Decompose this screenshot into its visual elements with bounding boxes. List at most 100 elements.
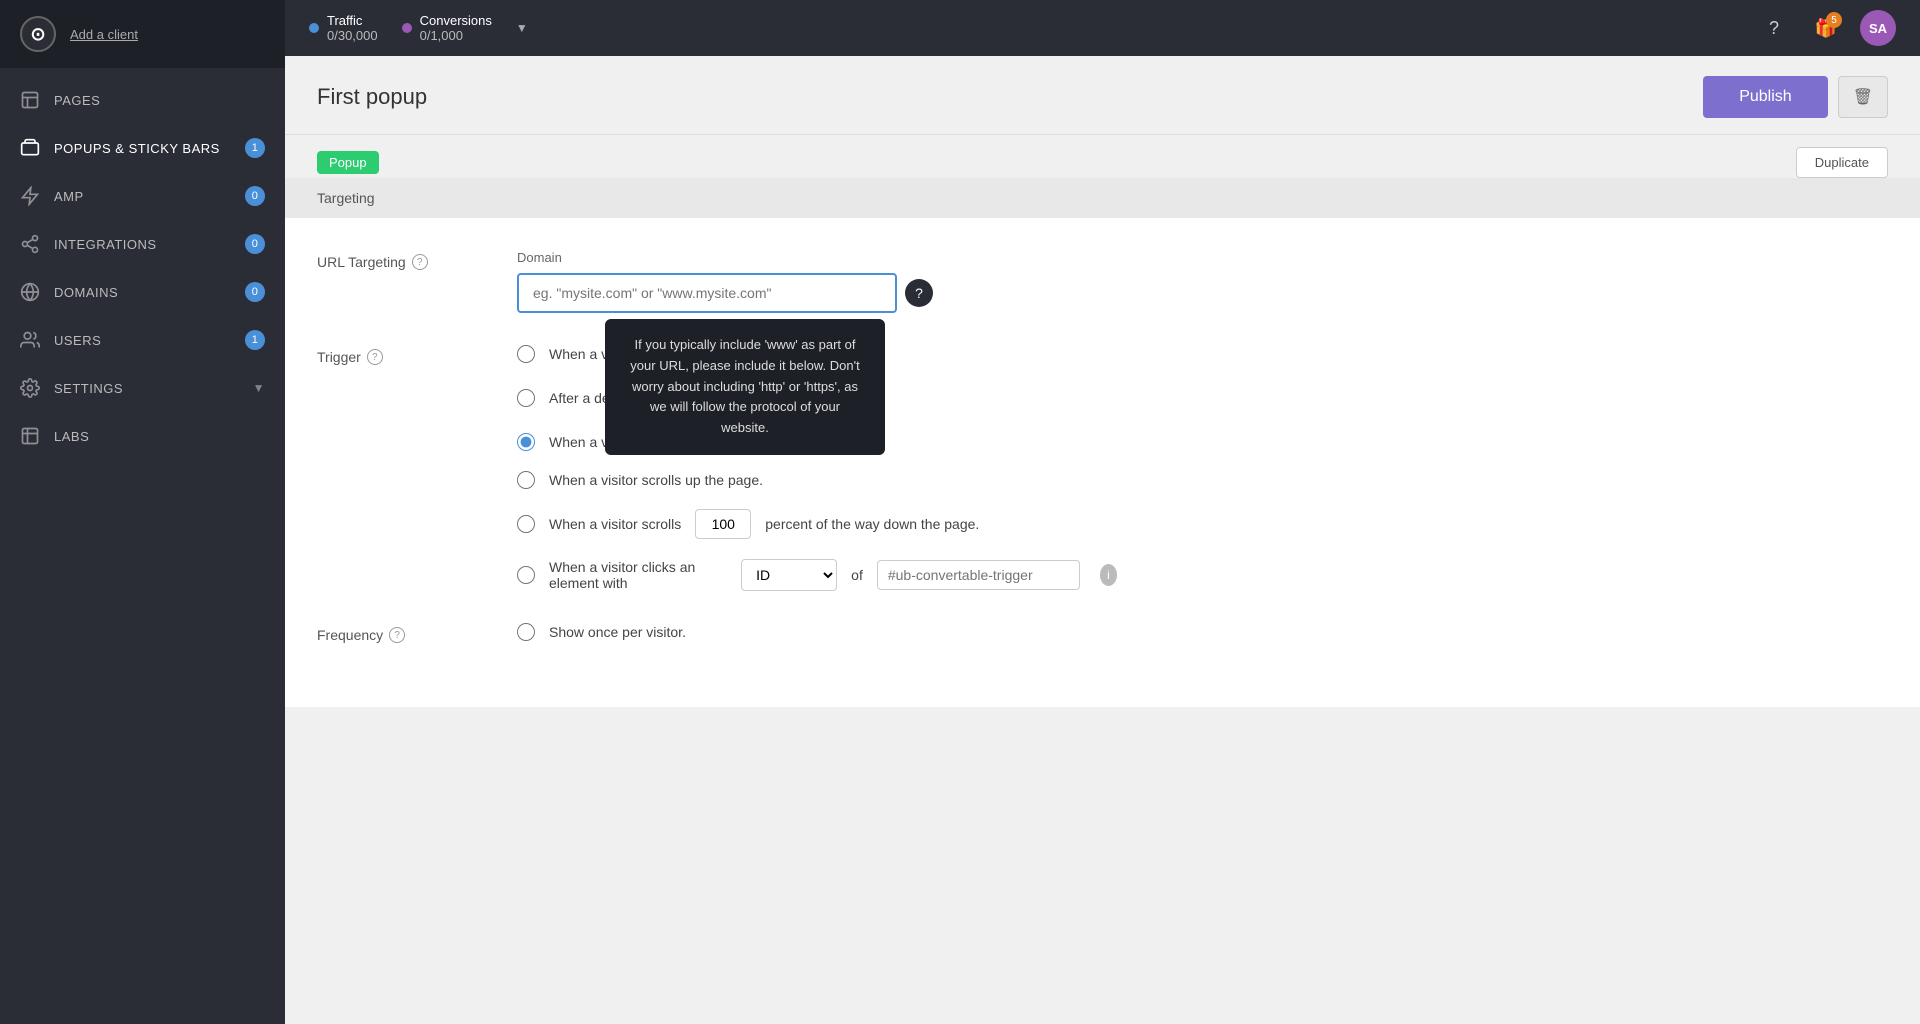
frequency-radio-group: Show once per visitor. — [517, 623, 1117, 641]
sidebar: ⊙ Add a client PAGES POPUPS & STICKY BAR… — [0, 0, 285, 1024]
trigger-clickelement-of: of — [851, 567, 863, 583]
duplicate-button[interactable]: Duplicate — [1796, 147, 1888, 178]
sidebar-item-integrations[interactable]: INTEGRATIONS 0 — [0, 220, 285, 268]
add-client-link[interactable]: Add a client — [70, 27, 138, 42]
gift-button[interactable]: 🎁 5 — [1808, 10, 1844, 46]
main-wrapper: Traffic 0/30,000 Conversions 0/1,000 ▼ ?… — [285, 0, 1920, 1024]
trigger-arrives-radio[interactable] — [517, 345, 535, 363]
amp-icon — [20, 186, 40, 206]
settings-arrow: ▼ — [253, 381, 265, 395]
question-icon: ? — [915, 285, 923, 301]
settings-label: SETTINGS — [54, 381, 123, 396]
trigger-element-select[interactable]: ID Class — [741, 559, 837, 591]
topbar: Traffic 0/30,000 Conversions 0/1,000 ▼ ?… — [285, 0, 1920, 56]
trigger-clickelement[interactable]: When a visitor clicks an element with ID… — [517, 559, 1117, 591]
frequency-label: Frequency ? — [317, 623, 477, 643]
trigger-scrollpct[interactable]: When a visitor scrolls percent of the wa… — [517, 509, 1117, 539]
popups-badge: 1 — [245, 138, 265, 158]
popups-label: POPUPS & STICKY BARS — [54, 141, 220, 156]
amp-badge: 0 — [245, 186, 265, 206]
popups-icon — [20, 138, 40, 158]
frequency-once-radio[interactable] — [517, 623, 535, 641]
frequency-once[interactable]: Show once per visitor. — [517, 623, 1117, 641]
domains-badge: 0 — [245, 282, 265, 302]
pages-icon — [20, 90, 40, 110]
conversions-metric: Conversions 0/1,000 — [402, 13, 492, 43]
integrations-label: INTEGRATIONS — [54, 237, 157, 252]
publish-button[interactable]: Publish — [1703, 76, 1827, 118]
url-targeting-content: Domain ? If you typically include 'www' … — [517, 250, 1117, 313]
settings-icon — [20, 378, 40, 398]
trigger-scrollpct-input[interactable] — [695, 509, 751, 539]
conversions-label: Conversions — [420, 13, 492, 28]
trash-icon: 🗑 — [1853, 89, 1873, 106]
tab-bar: Popup Duplicate — [285, 135, 1920, 178]
users-icon — [20, 330, 40, 350]
domains-icon — [20, 282, 40, 302]
traffic-label: Traffic — [327, 13, 378, 28]
sidebar-item-popups[interactable]: POPUPS & STICKY BARS 1 — [0, 124, 285, 172]
frequency-content: Show once per visitor. — [517, 623, 1117, 641]
url-targeting-label: URL Targeting ? — [317, 250, 477, 270]
main-content: Targeting URL Targeting ? Domain ? — [285, 178, 1920, 707]
domain-tooltip-trigger[interactable]: ? If you typically include 'www' as part… — [905, 279, 933, 307]
gift-badge: 5 — [1826, 12, 1842, 28]
domain-tooltip: If you typically include 'www' as part o… — [605, 319, 885, 455]
help-button[interactable]: ? — [1756, 10, 1792, 46]
sidebar-nav: PAGES POPUPS & STICKY BARS 1 AMP 0 INTEG… — [0, 68, 285, 1024]
trigger-label: Trigger ? — [317, 345, 477, 365]
sidebar-header: ⊙ Add a client — [0, 0, 285, 68]
trigger-clickelement-radio[interactable] — [517, 566, 535, 584]
traffic-dot — [309, 23, 319, 33]
trigger-scrollpct-pre: When a visitor scrolls — [549, 516, 681, 532]
sidebar-item-settings[interactable]: SETTINGS ▼ — [0, 364, 285, 412]
labs-icon — [20, 426, 40, 446]
labs-label: LABS — [54, 429, 89, 444]
page-title: First popup — [317, 84, 427, 110]
sidebar-item-domains[interactable]: DOMAINS 0 — [0, 268, 285, 316]
element-info-icon[interactable]: i — [1100, 564, 1117, 586]
trigger-scrollpct-radio[interactable] — [517, 515, 535, 533]
sidebar-item-pages[interactable]: PAGES — [0, 76, 285, 124]
domain-input[interactable] — [517, 273, 897, 313]
page-header: First popup Publish 🗑 — [285, 56, 1920, 135]
trigger-exit-radio[interactable] — [517, 433, 535, 451]
url-targeting-help[interactable]: ? — [412, 254, 428, 270]
trigger-clickelement-pre: When a visitor clicks an element with — [549, 559, 727, 591]
conversions-value: 0/1,000 — [420, 28, 492, 43]
traffic-metric: Traffic 0/30,000 — [309, 13, 378, 43]
trigger-help[interactable]: ? — [367, 349, 383, 365]
frequency-once-label: Show once per visitor. — [549, 624, 686, 640]
trash-button[interactable]: 🗑 — [1838, 76, 1888, 118]
trigger-scrollup[interactable]: When a visitor scrolls up the page. — [517, 471, 1117, 489]
app-logo[interactable]: ⊙ — [20, 16, 56, 52]
frequency-row: Frequency ? Show once per visitor. — [317, 623, 1888, 643]
popup-tag: Popup — [317, 151, 379, 174]
conversions-dot — [402, 23, 412, 33]
sidebar-item-labs[interactable]: LABS — [0, 412, 285, 460]
frequency-help[interactable]: ? — [389, 627, 405, 643]
content-area: First popup Publish 🗑 Popup Duplicate Ta… — [285, 56, 1920, 1024]
users-badge: 1 — [245, 330, 265, 350]
metrics-chevron[interactable]: ▼ — [516, 21, 528, 35]
targeting-label: Targeting — [317, 190, 375, 206]
domains-label: DOMAINS — [54, 285, 118, 300]
trigger-scrollup-radio[interactable] — [517, 471, 535, 489]
targeting-body: URL Targeting ? Domain ? If you typicall… — [285, 218, 1920, 707]
integrations-icon — [20, 234, 40, 254]
targeting-section-header: Targeting — [285, 178, 1920, 218]
users-label: USERS — [54, 333, 101, 348]
trigger-delay-radio[interactable] — [517, 389, 535, 407]
user-avatar[interactable]: SA — [1860, 10, 1896, 46]
trigger-element-id-input[interactable] — [877, 560, 1080, 590]
sidebar-item-amp[interactable]: AMP 0 — [0, 172, 285, 220]
help-icon: ? — [1769, 18, 1779, 39]
trigger-scrollup-label: When a visitor scrolls up the page. — [549, 472, 763, 488]
domain-input-wrapper: ? If you typically include 'www' as part… — [517, 273, 1117, 313]
url-targeting-row: URL Targeting ? Domain ? If you typicall… — [317, 250, 1888, 313]
integrations-badge: 0 — [245, 234, 265, 254]
sidebar-item-users[interactable]: USERS 1 — [0, 316, 285, 364]
trigger-row: Trigger ? When a visitor arrives on the … — [317, 345, 1888, 591]
amp-label: AMP — [54, 189, 84, 204]
pages-label: PAGES — [54, 93, 100, 108]
